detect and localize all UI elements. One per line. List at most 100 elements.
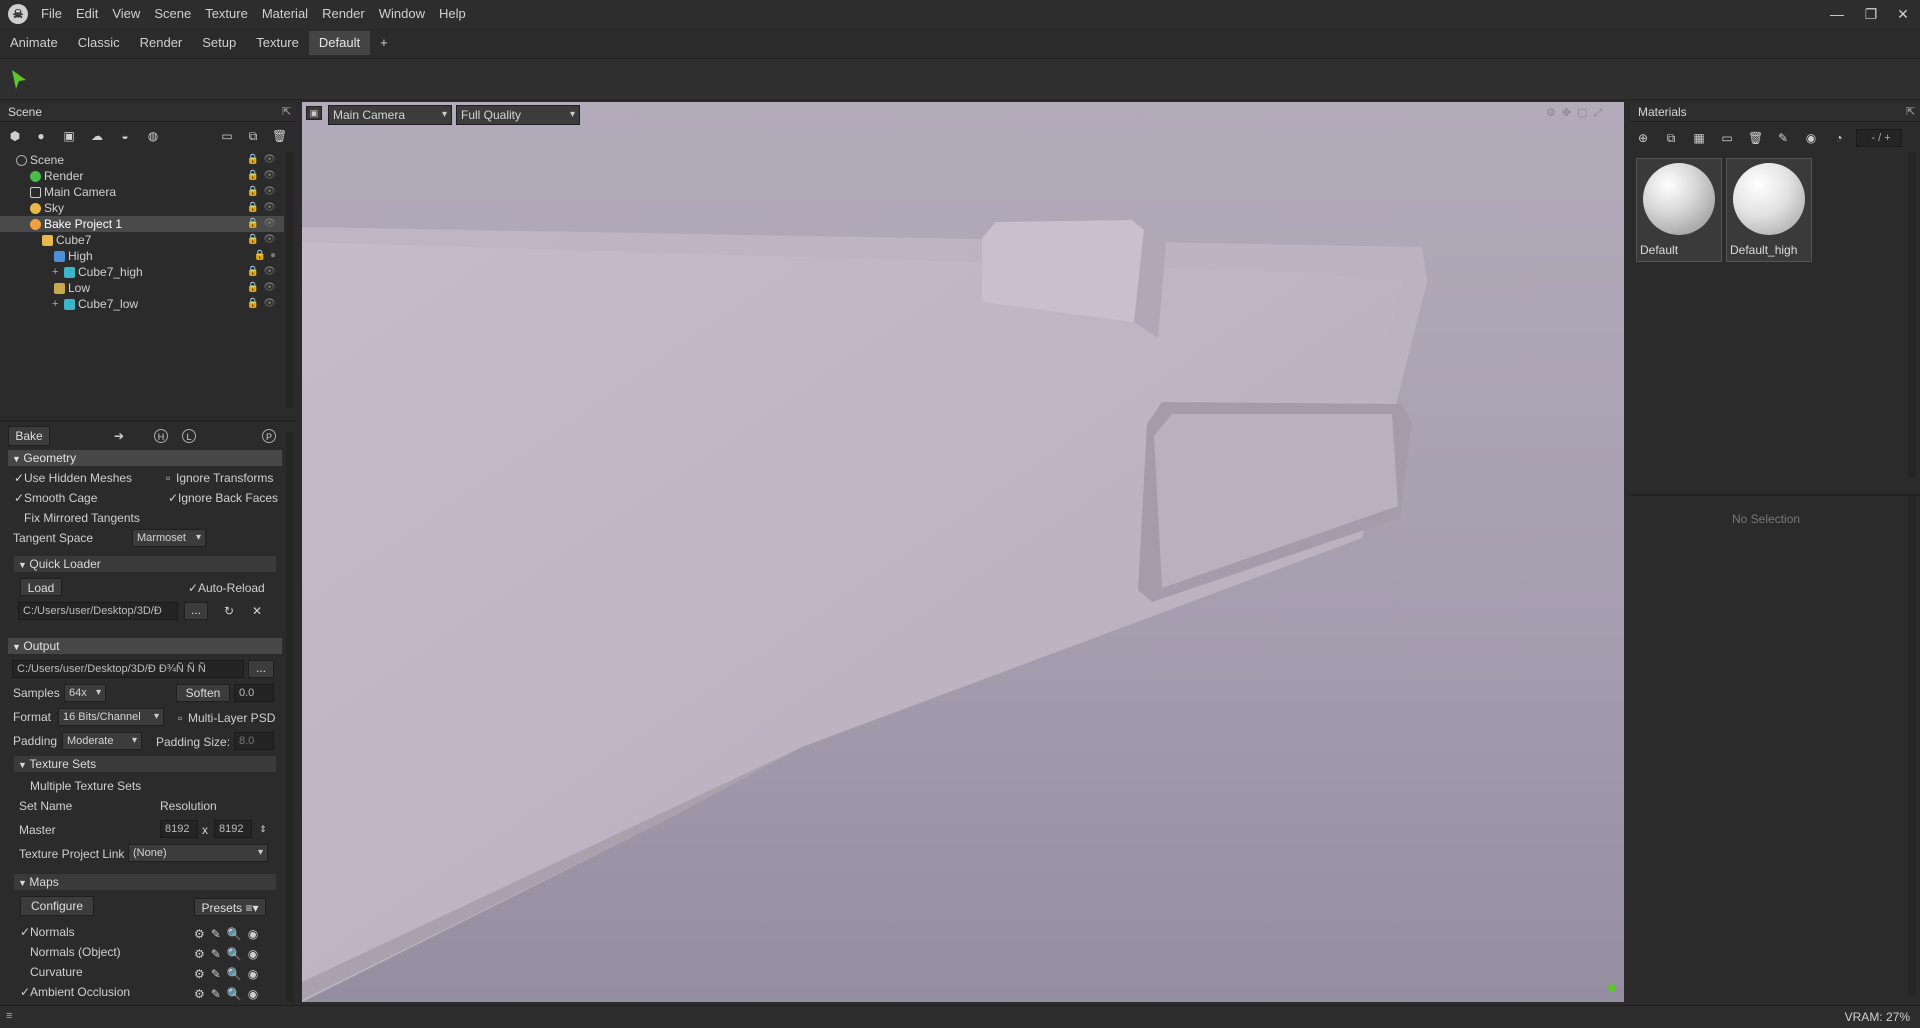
tree-item-main-camera[interactable]: Main Camera 🔒👁 [0, 184, 284, 200]
materials-scrollbar[interactable] [1908, 152, 1916, 478]
resolution-height-field[interactable]: 8192 [214, 820, 252, 838]
materials-counter[interactable]: - / + [1856, 129, 1902, 147]
lock-visibility-icons[interactable]: 🔒👁 [247, 296, 280, 312]
lock-visibility-icons[interactable]: 🔒👁 [247, 152, 280, 168]
map-row[interactable]: Normals (Object) [20, 944, 121, 960]
menu-file[interactable]: File [34, 0, 69, 28]
lock-visibility-icons[interactable]: 🔒👁 [247, 280, 280, 296]
viewport-view-icons[interactable]: ⚙✥▢⤢ [1546, 106, 1618, 120]
map-row[interactable]: ✓Normals [20, 924, 75, 940]
lock-visibility-icons[interactable]: 🔒👁 [247, 200, 280, 216]
expand-icon[interactable]: + [52, 296, 58, 312]
app-logo-icon[interactable]: ☠ [8, 4, 28, 24]
camera-dropdown[interactable]: Main Camera [328, 105, 452, 125]
clear-icon[interactable]: ✕ [250, 604, 264, 618]
reload-icon[interactable]: ↻ [222, 604, 236, 618]
output-section-header[interactable]: ▼ Output [8, 638, 282, 654]
tab-animate[interactable]: Animate [0, 31, 68, 55]
tree-item-high[interactable]: High 🔒● [0, 248, 284, 264]
fix-mirrored-tangents-checkbox[interactable]: Fix Mirrored Tangents [14, 510, 140, 526]
lock-visibility-icons[interactable]: 🔒👁 [247, 264, 280, 280]
material-thumb-default[interactable]: Default [1636, 158, 1722, 262]
map-tool-icons[interactable]: ⚙✎🔍◉ ⚙✎🔍◉ ⚙✎🔍◉ ⚙✎🔍◉ [194, 924, 274, 1002]
menu-edit[interactable]: Edit [69, 0, 105, 28]
tab-classic[interactable]: Classic [68, 31, 130, 55]
soften-field[interactable]: 0.0 [234, 684, 274, 702]
texture-sets-section-header[interactable]: ▼ Texture Sets [14, 756, 276, 772]
expand-icon[interactable]: + [52, 264, 58, 280]
picker-icon[interactable]: ✎ [1776, 131, 1790, 145]
navigate-icon[interactable]: ◔ [1832, 131, 1846, 145]
restore-button[interactable]: ❐ [1854, 0, 1888, 28]
camera-snapshot-icon[interactable]: ▣ [306, 106, 322, 120]
tab-setup[interactable]: Setup [192, 31, 246, 55]
tree-item-render[interactable]: Render 🔒👁 [0, 168, 284, 184]
output-browse-button[interactable]: ... [248, 660, 274, 678]
menu-material[interactable]: Material [255, 0, 315, 28]
properties-scrollbar[interactable] [1908, 496, 1916, 996]
quick-loader-path-field[interactable]: C:/Users/user/Desktop/3D/Ð [18, 602, 178, 620]
quick-loader-browse-button[interactable]: ... [184, 602, 208, 620]
resolution-stepper-icon[interactable]: ⇕ [256, 822, 270, 836]
menu-texture[interactable]: Texture [198, 0, 255, 28]
use-hidden-meshes-checkbox[interactable]: ✓Use Hidden Meshes [14, 470, 132, 486]
add-mesh-icon[interactable]: ⬢ [8, 129, 22, 143]
texture-project-link-dropdown[interactable]: (None) [128, 844, 268, 862]
presets-button[interactable]: Presets ≡▾ [194, 898, 266, 916]
multiple-texture-sets-checkbox[interactable]: Multiple Texture Sets [20, 778, 141, 794]
select-arrow-icon[interactable] [10, 69, 28, 91]
ignore-transforms-checkbox[interactable]: ▫ Ignore Transforms [166, 470, 273, 486]
preferences-icon[interactable]: P [262, 429, 276, 443]
smooth-cage-checkbox[interactable]: ✓Smooth Cage [14, 490, 97, 506]
duplicate-icon[interactable]: ⧉ [246, 129, 260, 143]
add-light-icon[interactable]: ● [34, 129, 48, 143]
load-button[interactable]: Load [20, 578, 62, 596]
tree-item-scene[interactable]: Scene 🔒👁 [0, 152, 284, 168]
low-icon[interactable]: L [182, 429, 196, 443]
delete-icon[interactable]: 🗑 [272, 129, 287, 143]
format-dropdown[interactable]: 16 Bits/Channel [58, 708, 164, 726]
viewport[interactable]: ▣ Main Camera Full Quality ⚙✥▢⤢ [302, 102, 1624, 1002]
map-row[interactable]: Curvature [20, 964, 83, 980]
tree-item-cube7-high[interactable]: + Cube7_high 🔒👁 [0, 264, 284, 280]
add-tab-button[interactable]: + [370, 31, 398, 55]
tab-render[interactable]: Render [130, 31, 193, 55]
padding-dropdown[interactable]: Moderate [62, 732, 142, 750]
multi-layer-psd-checkbox[interactable]: ▫ Multi-Layer PSD [178, 710, 275, 726]
undock-icon[interactable]: ⇱ [1906, 105, 1915, 118]
geometry-section-header[interactable]: ▼ Geometry [8, 450, 282, 466]
tree-item-low[interactable]: Low 🔒👁 [0, 280, 284, 296]
tree-item-bake-project[interactable]: Bake Project 1 🔒👁 [0, 216, 284, 232]
samples-dropdown[interactable]: 64x [64, 684, 106, 702]
maps-section-header[interactable]: ▼ Maps [14, 874, 276, 890]
tree-item-sky[interactable]: Sky 🔒👁 [0, 200, 284, 216]
resolution-width-field[interactable]: 8192 [160, 820, 198, 838]
menu-scene[interactable]: Scene [147, 0, 198, 28]
undock-icon[interactable]: ⇱ [282, 105, 291, 118]
menu-window[interactable]: Window [372, 0, 432, 28]
lock-visibility-icons[interactable]: 🔒👁 [247, 216, 280, 232]
menu-help[interactable]: Help [432, 0, 473, 28]
lock-visibility-icons[interactable]: 🔒● [254, 248, 281, 264]
configure-button[interactable]: Configure [20, 896, 94, 916]
folder-icon[interactable]: ▭ [1720, 131, 1734, 145]
add-sky-icon[interactable]: ☁ [90, 129, 104, 143]
add-camera-icon[interactable]: ▣ [62, 129, 76, 143]
tab-texture[interactable]: Texture [246, 31, 309, 55]
menu-render[interactable]: Render [315, 0, 372, 28]
add-material-icon[interactable]: ⊕ [1636, 131, 1650, 145]
tab-default[interactable]: Default [308, 31, 371, 55]
bake-button[interactable]: Bake [8, 426, 50, 446]
lock-visibility-icons[interactable]: 🔒👁 [247, 232, 280, 248]
apply-icon[interactable]: ◉ [1804, 131, 1818, 145]
quality-dropdown[interactable]: Full Quality [456, 105, 580, 125]
new-folder-icon[interactable]: ▭ [220, 129, 234, 143]
lock-visibility-icons[interactable]: 🔒👁 [247, 184, 280, 200]
add-bake-icon[interactable]: ◍ [146, 129, 160, 143]
tree-item-cube7-low[interactable]: + Cube7_low 🔒👁 [0, 296, 284, 312]
high-icon[interactable]: H [154, 429, 168, 443]
padding-size-field[interactable]: 8.0 [234, 732, 274, 750]
delete-icon[interactable]: 🗑 [1748, 131, 1763, 145]
auto-reload-checkbox[interactable]: ✓Auto-Reload [188, 580, 265, 596]
close-button[interactable]: ✕ [1886, 0, 1920, 28]
